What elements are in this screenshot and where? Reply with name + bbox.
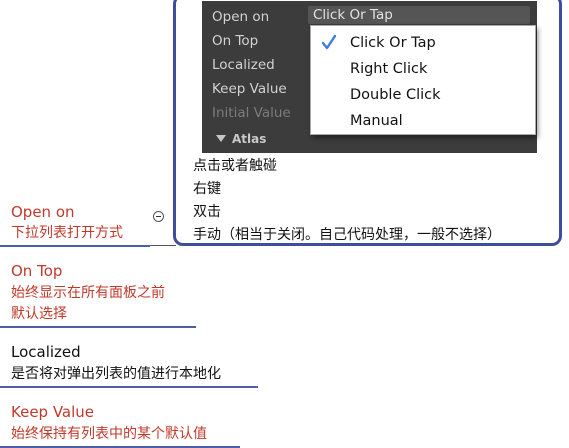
dropdown-option-right-click[interactable]: Right Click: [311, 57, 535, 81]
open-on-label: Open on: [212, 9, 270, 25]
dropdown-option-manual[interactable]: Manual: [311, 109, 535, 133]
collapse-toggle-button[interactable]: [153, 211, 164, 222]
node-on-top-desc-2: 默认选择: [11, 306, 67, 322]
atlas-foldout[interactable]: Atlas: [216, 132, 266, 146]
checkmark-icon: [322, 34, 336, 50]
open-on-dropdown-menu: Click Or Tap Right Click Double Click Ma…: [310, 25, 536, 135]
on-top-label: On Top: [212, 33, 259, 49]
localized-label: Localized: [212, 57, 275, 73]
dropdown-option-label: Click Or Tap: [350, 35, 436, 51]
desc-right-click: 右键: [193, 181, 221, 197]
node-localized-title: Localized: [11, 343, 81, 361]
keep-value-label: Keep Value: [212, 81, 287, 97]
node-on-top-underline: [0, 326, 196, 328]
open-on-dropdown-field[interactable]: Click Or Tap: [308, 6, 530, 24]
node-open-on-desc: 下拉列表打开方式: [11, 225, 123, 241]
dropdown-option-label: Double Click: [350, 87, 441, 103]
node-on-top-desc-1: 始终显示在所有面板之前: [11, 285, 165, 301]
dropdown-option-click-or-tap[interactable]: Click Or Tap: [311, 31, 535, 55]
initial-value-label: Initial Value: [212, 105, 291, 121]
desc-manual: 手动（相当于关闭。自己代码处理，一般不选择）: [193, 227, 501, 243]
atlas-foldout-label: Atlas: [232, 132, 267, 146]
node-keep-value-desc: 始终保持有列表中的某个默认值: [11, 426, 207, 442]
node-open-on-underline: [0, 245, 150, 247]
desc-double-click: 双击: [193, 204, 221, 220]
dropdown-option-label: Manual: [350, 113, 403, 129]
node-localized-underline: [0, 386, 258, 388]
node-on-top-title: On Top: [11, 262, 63, 280]
dropdown-option-label: Right Click: [350, 61, 428, 77]
open-on-value: Click Or Tap: [313, 7, 393, 23]
dropdown-option-double-click[interactable]: Double Click: [311, 83, 535, 107]
node-keep-value-title: Keep Value: [11, 403, 95, 421]
node-open-on-title: Open on: [11, 203, 75, 221]
triangle-down-icon: [216, 135, 226, 142]
node-localized-desc: 是否将对弹出列表的值进行本地化: [11, 366, 221, 382]
node-connector-line: [150, 245, 176, 246]
desc-click-or-tap: 点击或者触碰: [193, 158, 277, 174]
